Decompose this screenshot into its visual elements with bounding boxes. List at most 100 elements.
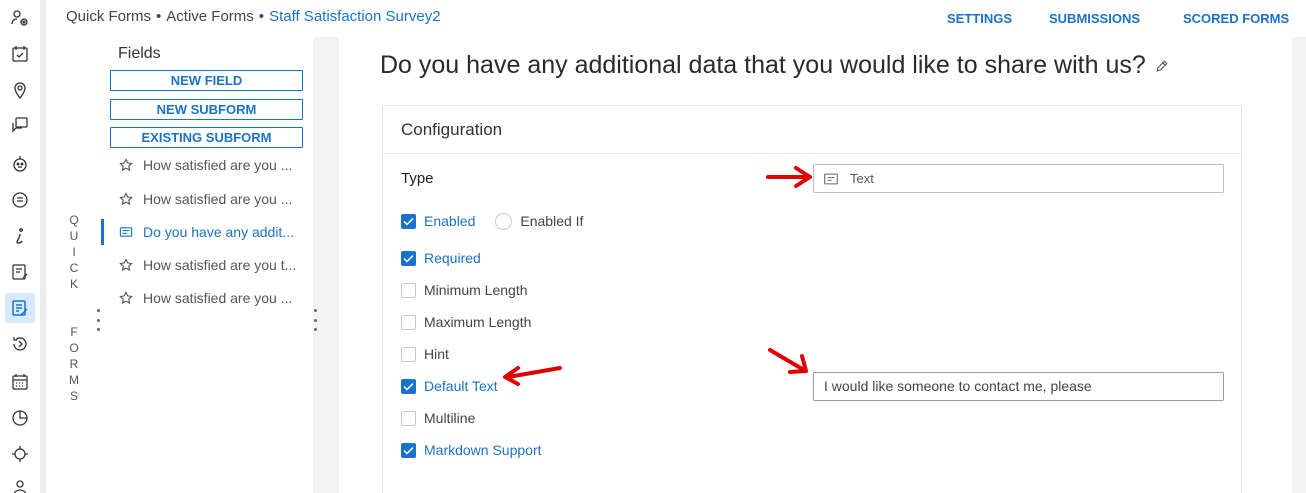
integration-icon[interactable] [5, 439, 35, 469]
question-title: Do you have any additional data that you… [380, 51, 1170, 81]
settings-link[interactable]: SETTINGS [947, 11, 1012, 26]
main-content: Do you have any additional data that you… [339, 37, 1306, 493]
vertical-letter: R [69, 357, 79, 371]
vertical-letter: M [69, 373, 79, 387]
markdown-support-option[interactable]: Markdown Support [401, 440, 542, 460]
default-text-option[interactable]: Default Text [401, 376, 498, 396]
field-list-item-label: How satisfied are you ... [143, 157, 293, 173]
breadcrumb: Quick Forms • Active Forms • Staff Satisfact… [66, 8, 441, 25]
breadcrumb-active-forms[interactable]: Active Forms [166, 8, 254, 25]
scored-forms-link[interactable]: SCORED FORMS [1183, 11, 1289, 26]
field-list-item-label: How satisfied are you ... [143, 290, 293, 306]
fields-title: Fields [118, 45, 161, 62]
breadcrumb-current[interactable]: Staff Satisfaction Survey2 [269, 8, 440, 25]
breadcrumb-separator: • [258, 8, 265, 25]
multiline-checkbox[interactable] [401, 410, 416, 426]
submissions-link[interactable]: SUBMISSIONS [1049, 11, 1140, 26]
existing-subform-button[interactable]: EXISTING SUBFORM [110, 127, 303, 148]
vertical-letter: K [69, 277, 78, 291]
default-text-checkbox[interactable] [401, 378, 416, 394]
new-subform-button[interactable]: NEW SUBFORM [110, 99, 303, 120]
star-icon [119, 258, 143, 272]
history-icon[interactable] [5, 329, 35, 359]
vertical-letter: C [69, 261, 79, 275]
new-field-button[interactable]: NEW FIELD [110, 70, 303, 91]
field-list-item[interactable]: How satisfied are you ... [101, 152, 313, 178]
pencil-icon[interactable] [1154, 52, 1170, 81]
field-list-item-selected[interactable]: Do you have any addit... [101, 219, 313, 245]
enabled-label: Enabled [424, 213, 476, 229]
quick-forms-vertical-label: Q U I C K F O R M S [46, 37, 101, 493]
minimum-length-checkbox[interactable] [401, 282, 416, 298]
text-field-icon [119, 225, 143, 239]
vertical-letter: S [69, 389, 78, 403]
resize-handle[interactable] [313, 309, 317, 331]
markdown-support-checkbox[interactable] [401, 442, 416, 458]
document-edit-icon[interactable] [5, 257, 35, 287]
annotation-arrow-icon [766, 166, 812, 188]
vertical-letter: Q [69, 213, 79, 227]
field-list-item-label: How satisfied are you t... [143, 257, 297, 273]
required-label: Required [424, 250, 481, 266]
resize-handle[interactable] [96, 309, 100, 331]
maximum-length-checkbox[interactable] [401, 314, 416, 330]
multiline-option[interactable]: Multiline [401, 408, 475, 428]
star-icon [119, 291, 143, 305]
type-label: Type [401, 170, 434, 187]
icon-rail [0, 0, 40, 493]
panel-divider [313, 37, 339, 493]
field-list-item-label: Do you have any addit... [143, 224, 294, 240]
enabled-if-radio[interactable] [495, 212, 513, 230]
info-icon[interactable] [5, 221, 35, 251]
star-icon [119, 192, 143, 206]
configuration-header: Configuration [383, 106, 1241, 154]
annotation-arrow-icon [768, 348, 808, 374]
field-list-item[interactable]: How satisfied are you ... [101, 186, 313, 212]
hint-option[interactable]: Hint [401, 344, 449, 364]
default-text-input[interactable]: I would like someone to contact me, plea… [813, 372, 1224, 401]
breadcrumb-separator: • [156, 8, 162, 25]
star-icon [119, 158, 143, 172]
fields-panel: Fields NEW FIELD NEW SUBFORM EXISTING SU… [101, 37, 313, 493]
location-pin-icon[interactable] [5, 75, 35, 105]
minimum-length-label: Minimum Length [424, 282, 528, 298]
field-list-item-label: How satisfied are you ... [143, 191, 293, 207]
type-select-value: Text [850, 171, 874, 186]
hint-label: Hint [424, 346, 449, 362]
annotation-arrow-icon [503, 366, 562, 386]
breadcrumb-quick-forms[interactable]: Quick Forms [66, 8, 151, 25]
maximum-length-option[interactable]: Maximum Length [401, 312, 531, 332]
message-circle-icon[interactable] [5, 185, 35, 215]
markdown-support-label: Markdown Support [424, 442, 542, 458]
vertical-letter: I [72, 245, 76, 259]
default-text-label: Default Text [424, 378, 498, 394]
type-select[interactable]: Text [813, 164, 1224, 193]
person-icon[interactable] [5, 473, 35, 493]
chat-icon[interactable] [5, 110, 35, 140]
enabled-checkbox[interactable] [401, 213, 416, 229]
calendar-check-icon[interactable] [5, 39, 35, 69]
question-title-text: Do you have any additional data that you… [380, 51, 1146, 79]
vertical-letter: U [69, 229, 79, 243]
vertical-letter: F [70, 325, 78, 339]
app: Quick Forms • Active Forms • Staff Satisfact… [0, 0, 1306, 493]
text-field-icon [824, 173, 838, 185]
calendar-icon[interactable] [5, 367, 35, 397]
right-scrollbar[interactable] [1292, 37, 1306, 493]
quick-forms-icon[interactable] [5, 293, 35, 323]
required-option[interactable]: Required [401, 248, 481, 268]
enabled-if-label: Enabled If [520, 213, 584, 229]
vertical-letter: O [69, 341, 79, 355]
required-checkbox[interactable] [401, 250, 416, 266]
pie-chart-icon[interactable] [5, 403, 35, 433]
users-settings-icon[interactable] [5, 3, 35, 33]
maximum-length-label: Maximum Length [424, 314, 532, 330]
bot-icon[interactable] [5, 149, 35, 179]
configuration-title: Configuration [401, 120, 503, 139]
field-list-item[interactable]: How satisfied are you ... [101, 285, 313, 311]
field-list-item[interactable]: How satisfied are you t... [101, 252, 313, 278]
hint-checkbox[interactable] [401, 346, 416, 362]
header: Quick Forms • Active Forms • Staff Satisfact… [46, 0, 1306, 37]
enabled-option[interactable]: Enabled Enabled If [401, 211, 583, 231]
minimum-length-option[interactable]: Minimum Length [401, 280, 528, 300]
